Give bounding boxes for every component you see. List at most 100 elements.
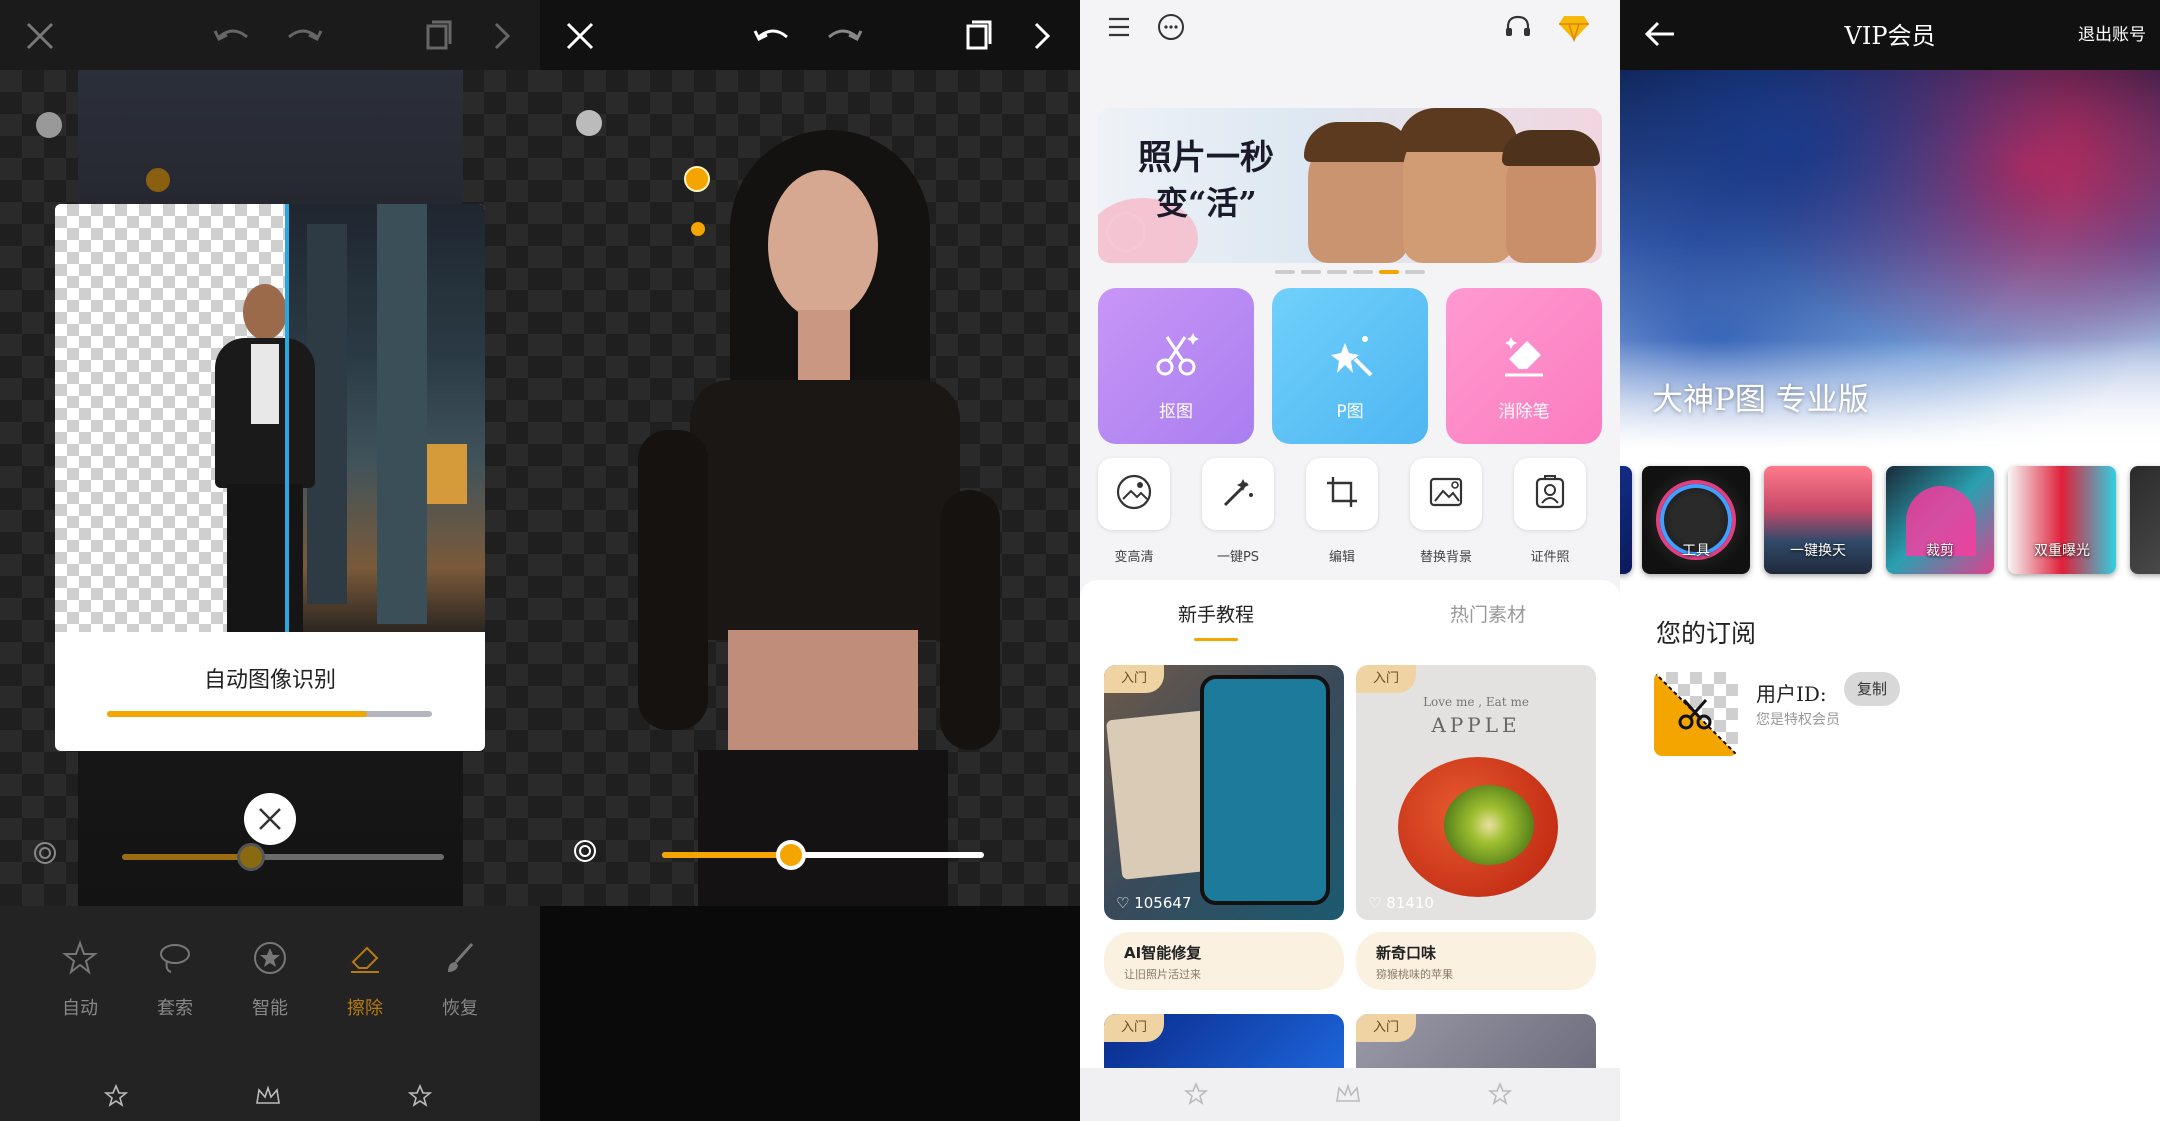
crown-icon[interactable] (254, 1082, 282, 1110)
tab-hot-materials[interactable]: 热门素材 (1450, 600, 1526, 627)
tool-lasso[interactable]: 套索 (135, 940, 215, 1020)
star-a-icon (62, 940, 98, 980)
tool-replace-background[interactable]: 替换背景 (1408, 458, 1484, 565)
customer-service-icon[interactable] (1500, 10, 1536, 46)
menu-icon[interactable] (1102, 12, 1136, 42)
layers-icon[interactable] (416, 14, 460, 58)
thumb-edge-left[interactable] (1620, 466, 1632, 574)
feature-label: P图 (1336, 402, 1364, 422)
tool-enhance-hd[interactable]: 变高清 (1096, 458, 1172, 565)
star-icon[interactable] (102, 1082, 130, 1110)
home-panel: 照片一秒 变“活” 抠图 P图 消除笔 变高清 一键PS 编辑 替换背景 证件照… (1080, 0, 1620, 1121)
vip-diamond-icon[interactable] (1556, 10, 1592, 46)
copy-button[interactable]: 复制 (1844, 672, 1900, 706)
crop-icon (1323, 473, 1361, 515)
auto-recognition-dialog: 自动图像识别 (55, 204, 485, 751)
hero-title: 大神P图 专业版 (1652, 382, 1869, 418)
banner-line1: 照片一秒 (1138, 138, 1274, 178)
tutorial-card-ai-repair[interactable]: 入门 ♡ 105647 (1104, 665, 1344, 920)
tutorial-caption[interactable]: 新奇口味 猕猴桃味的苹果 (1356, 932, 1596, 990)
compare-divider[interactable] (285, 204, 289, 632)
thumb-label: 裁剪 (1926, 543, 1954, 559)
heart-icon: ♡ (1116, 894, 1135, 912)
page-dot (1327, 270, 1347, 274)
banner-line2: 变“活” (1156, 184, 1257, 222)
cutout-scissors-icon (1146, 324, 1206, 384)
face-1-hair (1304, 122, 1412, 162)
target-icon[interactable] (32, 840, 58, 866)
thumb-crop[interactable]: 裁剪 (1886, 466, 1994, 574)
copy-button-label: 复制 (1856, 680, 1887, 698)
tool-edit[interactable]: 编辑 (1304, 458, 1380, 565)
close-icon[interactable] (558, 14, 602, 58)
card-overlay-big: APPLE (1431, 713, 1521, 737)
banner-pagination[interactable] (1275, 270, 1425, 274)
tutorial-caption[interactable]: AI智能修复 让旧照片活过来 (1104, 932, 1344, 990)
page-dot (1405, 270, 1425, 274)
tool-erase[interactable]: 擦除 (325, 940, 405, 1020)
brush-preview-dot-icon (691, 222, 705, 236)
level-badge: 入门 (1356, 665, 1416, 693)
thumb-replace-sky[interactable]: 一键换天 (1764, 466, 1872, 574)
tool-id-photo[interactable]: 证件照 (1512, 458, 1588, 565)
caption-title: 新奇口味 (1376, 944, 1437, 962)
man-silhouette (205, 284, 325, 632)
top-toolbar (0, 0, 540, 70)
undo-icon[interactable] (210, 14, 254, 58)
tutorial-card-novel-taste[interactable]: Love me , Eat me APPLE 入门 ♡ 81410 (1356, 665, 1596, 920)
scissors-icon (1672, 690, 1720, 738)
logout-button[interactable]: 退出账号 (2078, 20, 2146, 45)
like-count: ♡ 105647 (1116, 894, 1191, 912)
bottom-area (540, 906, 1080, 1121)
tool-auto[interactable]: 自动 (40, 940, 120, 1020)
level-badge: 入门 (1104, 665, 1164, 693)
like-count-value: 105647 (1134, 894, 1192, 912)
opacity-dot-icon[interactable] (576, 110, 602, 136)
cancel-button[interactable] (244, 793, 296, 845)
tab-beginner-tutorial[interactable]: 新手教程 (1178, 600, 1254, 627)
more-circle-icon[interactable] (1154, 10, 1188, 44)
undo-icon[interactable] (750, 14, 794, 58)
star-icon[interactable] (406, 1082, 434, 1110)
progress-fill (107, 711, 367, 717)
vip-panel: VIP会员 退出账号 大神P图 专业版 工具 一键换天 裁剪 双重曝光 您的订阅… (1620, 0, 2160, 1121)
feature-label: 抠图 (1159, 402, 1193, 422)
feature-p-image[interactable]: P图 (1272, 288, 1428, 444)
bottom-nav (1080, 1068, 1620, 1121)
tool-smart[interactable]: 智能 (230, 940, 310, 1020)
next-chevron-icon[interactable] (480, 14, 524, 58)
feature-cutout[interactable]: 抠图 (1098, 288, 1254, 444)
editor-panel-cutout (540, 0, 1080, 1121)
target-icon[interactable] (572, 838, 598, 864)
page-dot-active (1379, 270, 1399, 274)
brush-slider-fill (662, 852, 791, 858)
header-bar: VIP会员 退出账号 (1620, 0, 2160, 70)
thumb-double-exposure[interactable]: 双重曝光 (2008, 466, 2116, 574)
redo-icon[interactable] (822, 14, 866, 58)
opacity-dot-icon[interactable] (36, 112, 62, 138)
tool-one-click-ps[interactable]: 一键PS (1200, 458, 1276, 565)
thumb-tools[interactable]: 工具 (1642, 466, 1750, 574)
user-id-label: 用户ID: (1756, 682, 1827, 706)
tool-restore[interactable]: 恢复 (420, 940, 500, 1020)
magic-wand-icon (1320, 324, 1380, 384)
caption-subtitle: 猕猴桃味的苹果 (1376, 968, 1453, 981)
star-icon[interactable] (1182, 1080, 1210, 1108)
dialog-title: 自动图像识别 (203, 668, 336, 693)
brush-slider-knob[interactable] (236, 843, 265, 871)
brush-slider-knob[interactable] (775, 840, 806, 870)
layers-icon[interactable] (956, 14, 1000, 58)
thumb-label: 一键换天 (1790, 543, 1846, 559)
redo-icon[interactable] (282, 14, 326, 58)
star-icon[interactable] (1486, 1080, 1514, 1108)
tool-label: 自动 (62, 998, 98, 1019)
id-photo-icon (1531, 473, 1569, 515)
promo-banner[interactable]: 照片一秒 变“活” (1098, 108, 1602, 263)
close-icon[interactable] (18, 14, 62, 58)
feature-eraser-pen[interactable]: 消除笔 (1446, 288, 1602, 444)
next-chevron-icon[interactable] (1020, 14, 1064, 58)
face-3-hair (1502, 130, 1600, 166)
brush-size-dot-icon (146, 168, 170, 192)
crown-icon[interactable] (1334, 1080, 1362, 1108)
thumb-edge-right[interactable] (2130, 466, 2160, 574)
